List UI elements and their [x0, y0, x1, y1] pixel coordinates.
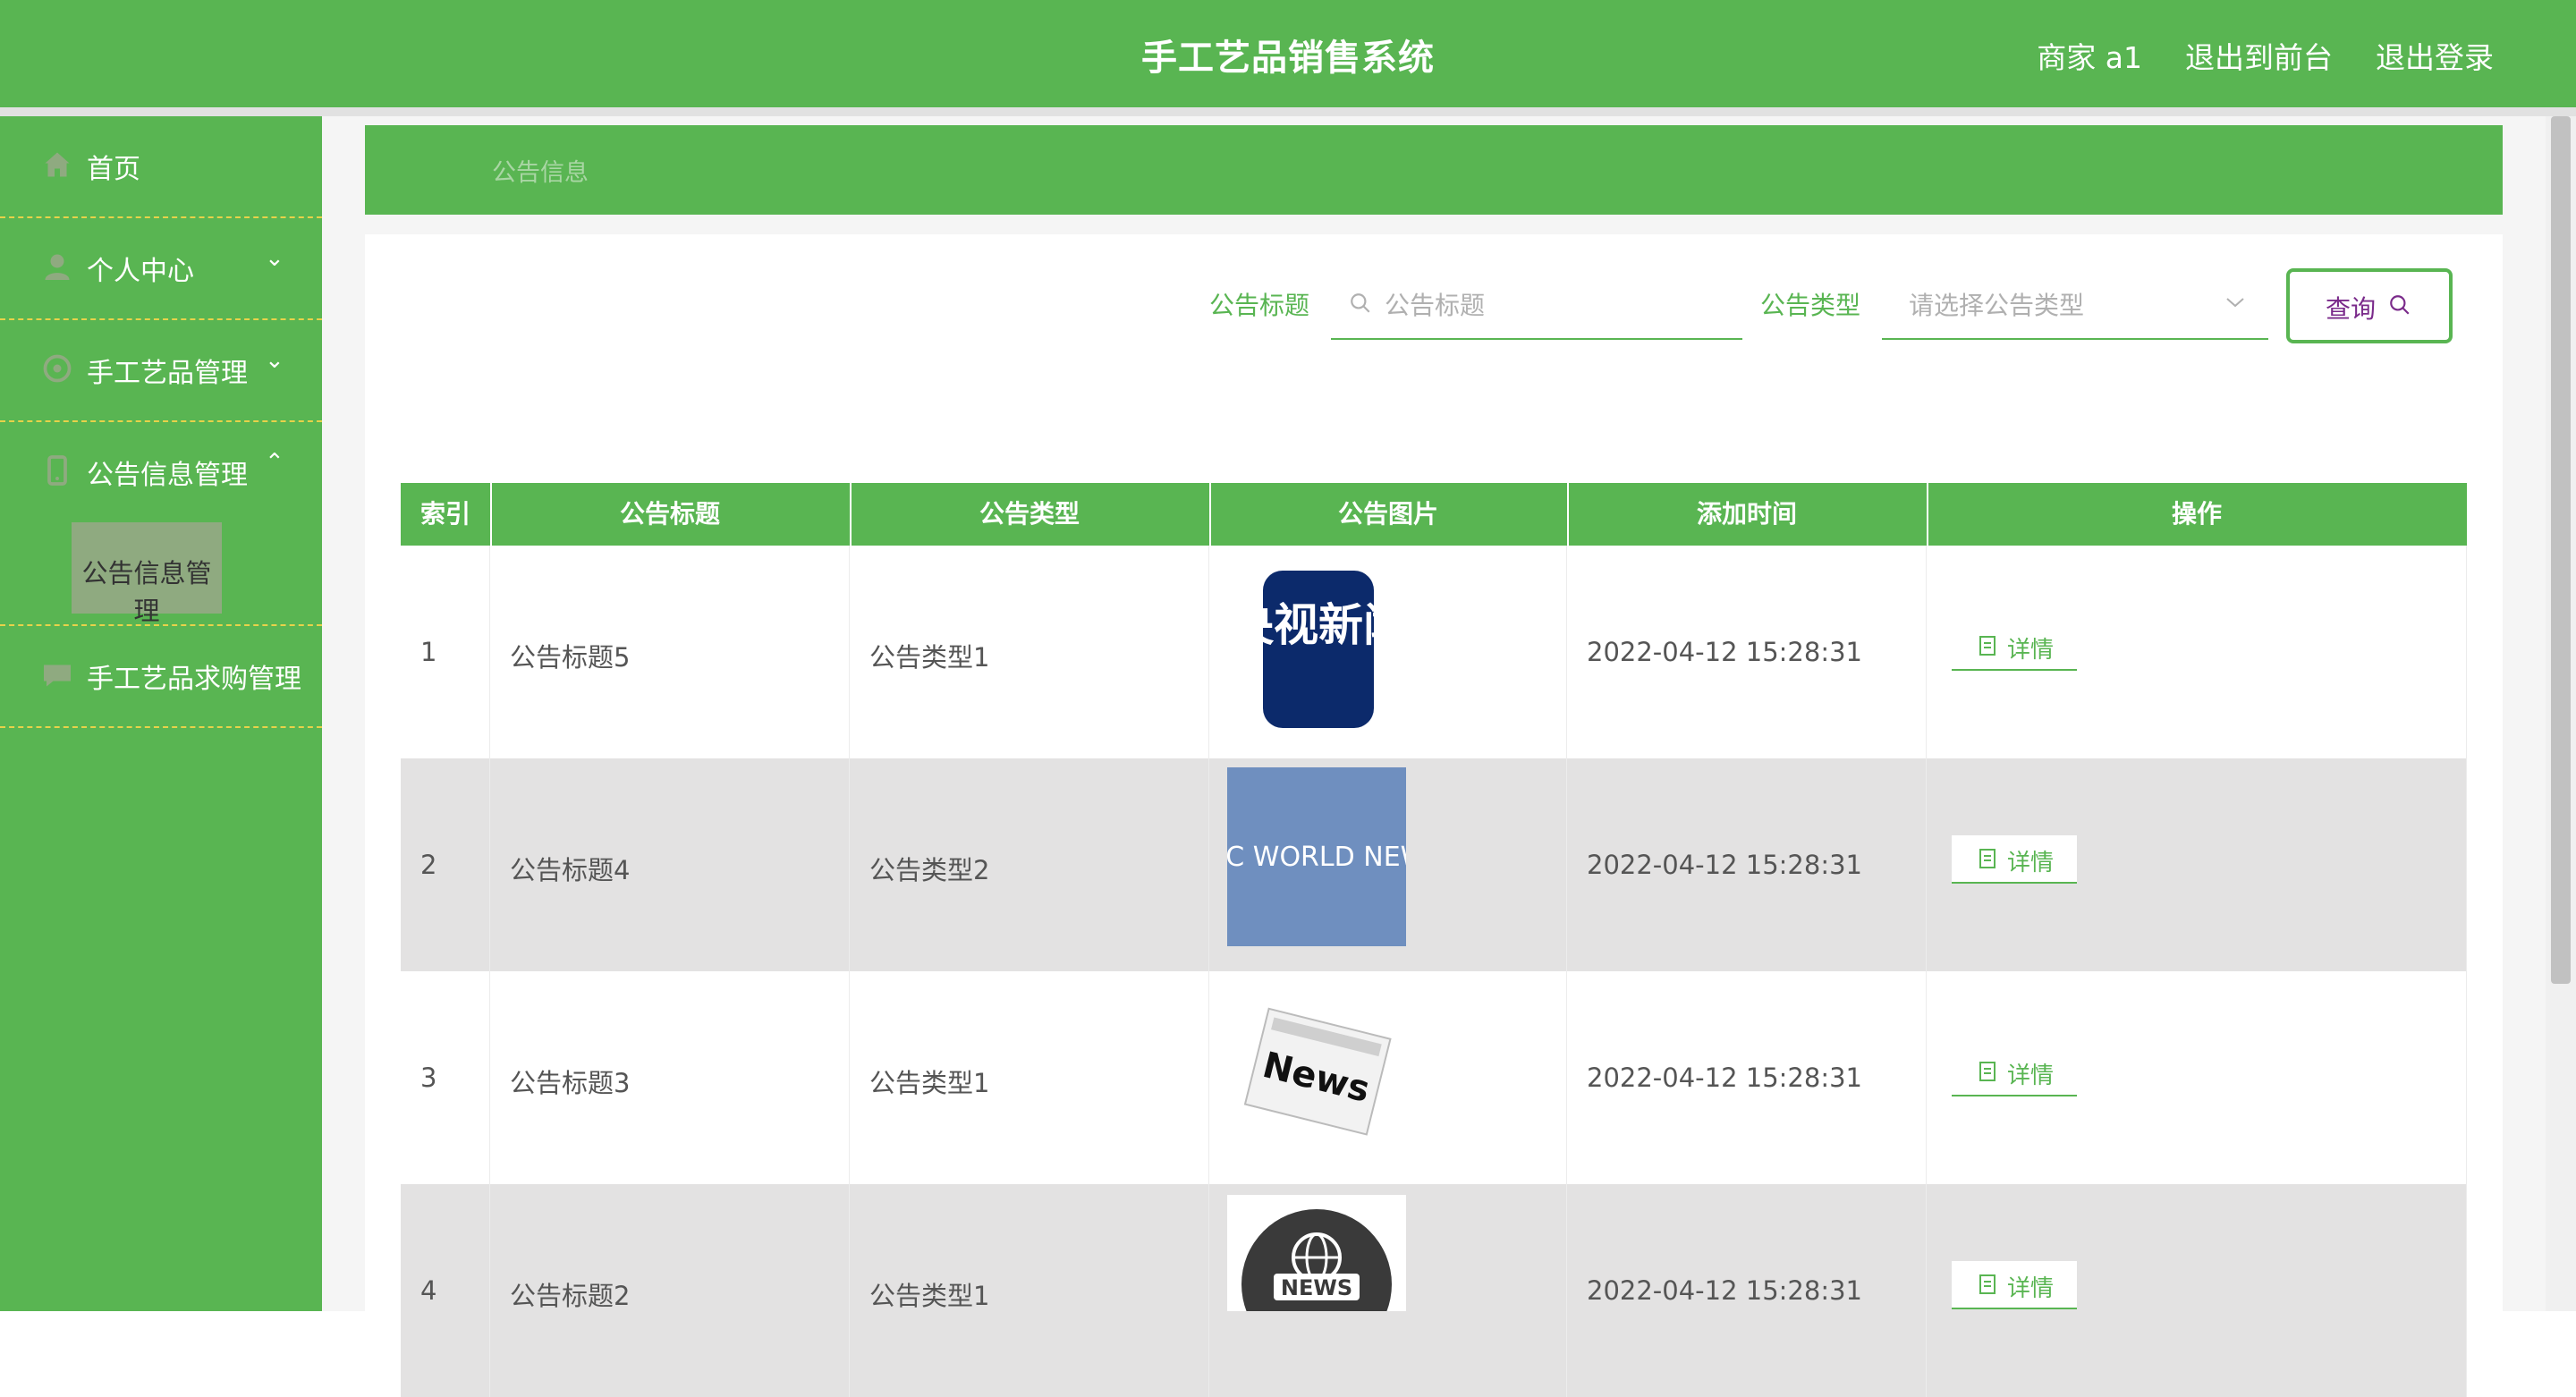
- detail-button[interactable]: 详情: [1952, 1048, 2077, 1096]
- chat-icon: [44, 665, 71, 687]
- header-divider: [0, 107, 2576, 116]
- sidebar-item-label: 手工艺品管理: [87, 358, 248, 389]
- sidebar-item-notice-management[interactable]: 公告信息管理 ⌃ 公告信息管理: [0, 422, 322, 626]
- table-row: 1 公告标题5 公告类型1 央视新闻 2022-04-12 15:28:31 详…: [401, 546, 2467, 758]
- detail-button-label: 详情: [2007, 637, 2055, 664]
- sidebar-item-label: 个人中心: [87, 256, 194, 287]
- user-icon: [45, 254, 70, 280]
- sidebar-item-home[interactable]: 首页: [0, 116, 322, 218]
- row-type: 公告类型1: [869, 642, 990, 673]
- newspaper-image: News: [1243, 1007, 1392, 1136]
- sidebar-item-label: 公告信息管理: [87, 460, 248, 491]
- search-type-label: 公告类型: [1760, 291, 1861, 320]
- chevron-down-icon: ⌄: [265, 245, 284, 272]
- row-title: 公告标题3: [510, 1068, 631, 1098]
- detail-button-label: 详情: [2007, 1275, 2055, 1302]
- bbc-logo-text: BBC WORLD NEWS: [1227, 842, 1406, 873]
- breadcrumb: 公告信息: [365, 125, 2503, 215]
- current-user-label[interactable]: 商家 a1: [2037, 34, 2142, 77]
- document-icon: [1979, 1062, 1996, 1081]
- document-icon: [1979, 849, 1996, 868]
- breadcrumb-label: 公告信息: [492, 159, 589, 187]
- col-header-image: 公告图片: [1209, 483, 1569, 546]
- row-type: 公告类型2: [869, 855, 990, 885]
- sidebar-item-craft-request-management[interactable]: 手工艺品求购管理: [0, 626, 322, 728]
- globe-logo-text: NEWS: [1281, 1275, 1352, 1300]
- sidebar-item-craft-management[interactable]: 手工艺品管理 ⌄: [0, 320, 322, 422]
- submenu-item-notice-management[interactable]: 公告信息管理: [72, 522, 222, 626]
- col-header-index: 索引: [401, 483, 492, 546]
- table-row: 3 公告标题3 公告类型1 News 2022-04-12 15:28:31 详…: [401, 971, 2467, 1184]
- detail-button[interactable]: 详情: [1952, 835, 2077, 884]
- sidebar-item-label: 首页: [87, 154, 140, 185]
- search-icon: [1351, 293, 1370, 313]
- exit-to-front-link[interactable]: 退出到前台: [2185, 34, 2333, 77]
- cctv-news-logo-image: 央视新闻: [1263, 571, 1374, 728]
- home-icon: [45, 152, 70, 177]
- col-header-title: 公告标题: [490, 483, 852, 546]
- document-icon: [1979, 1274, 1996, 1294]
- row-index: 3: [420, 1063, 437, 1093]
- cctv-logo-text: 央视新闻: [1263, 599, 1374, 651]
- search-title-placeholder: 公告标题: [1385, 291, 1486, 320]
- query-button-label: 查询: [2326, 294, 2377, 324]
- row-type: 公告类型1: [869, 1068, 990, 1098]
- sidebar-item-label: 手工艺品求购管理: [87, 664, 301, 695]
- search-icon: [2390, 295, 2410, 315]
- row-index: 2: [420, 850, 437, 880]
- news-globe-image: NEWS: [1227, 1195, 1406, 1311]
- table-row: 4 公告标题2 公告类型1 NEWS 2022-04-12 15:28:31 详…: [401, 1184, 2467, 1397]
- sidebar: 首页 个人中心 ⌄ 手工艺品管理 ⌄ 公告信息管理 ⌃ 公告信息管理 手工艺品求…: [0, 116, 322, 1311]
- logout-link[interactable]: 退出登录: [2376, 34, 2494, 77]
- sidebar-item-personal-center[interactable]: 个人中心 ⌄: [0, 218, 322, 320]
- phone-icon: [47, 455, 67, 486]
- chevron-down-icon: ⌄: [265, 347, 284, 374]
- row-index: 4: [420, 1275, 437, 1306]
- row-title: 公告标题4: [510, 855, 631, 885]
- row-type: 公告类型1: [869, 1281, 990, 1311]
- row-time: 2022-04-12 15:28:31: [1587, 850, 1862, 880]
- bbc-world-news-image: BBC WORLD NEWS: [1227, 767, 1406, 946]
- col-header-type: 公告类型: [850, 483, 1211, 546]
- table-header-row: 索引 公告标题 公告类型 公告图片 添加时间 操作: [401, 483, 2467, 546]
- notice-table: 索引 公告标题 公告类型 公告图片 添加时间 操作 1 公告标题5 公告类型1 …: [401, 483, 2467, 1397]
- detail-button[interactable]: 详情: [1952, 622, 2077, 671]
- notice-type-select[interactable]: 请选择公告类型: [1882, 272, 2268, 340]
- col-header-action: 操作: [2171, 499, 2222, 529]
- chevron-up-icon: ⌃: [265, 449, 284, 476]
- document-icon: [1979, 636, 1996, 656]
- header-actions: 商家 a1 退出到前台 退出登录: [2037, 34, 2494, 77]
- vertical-scrollbar[interactable]: [2546, 116, 2576, 1311]
- chevron-down-icon: [2226, 298, 2244, 308]
- row-title: 公告标题2: [510, 1281, 631, 1311]
- col-header-time: 添加时间: [1567, 483, 1928, 546]
- notice-type-placeholder: 请选择公告类型: [1909, 291, 2085, 320]
- row-time: 2022-04-12 15:28:31: [1587, 1063, 1862, 1093]
- query-button[interactable]: 查询: [2286, 268, 2453, 343]
- scrollbar-thumb[interactable]: [2551, 116, 2571, 984]
- craft-icon: [43, 354, 72, 383]
- row-time: 2022-04-12 15:28:31: [1587, 1275, 1862, 1306]
- submenu-item-label: 公告信息管理: [81, 558, 212, 626]
- detail-button-label: 详情: [2007, 1063, 2055, 1089]
- detail-button[interactable]: 详情: [1952, 1261, 2077, 1309]
- search-title-input[interactable]: 公告标题: [1331, 272, 1742, 340]
- row-index: 1: [420, 637, 437, 667]
- detail-button-label: 详情: [2007, 850, 2055, 876]
- table-row: 2 公告标题4 公告类型2 BBC WORLD NEWS 2022-04-12 …: [401, 758, 2467, 971]
- row-time: 2022-04-12 15:28:31: [1587, 637, 1862, 667]
- search-title-label: 公告标题: [1209, 291, 1310, 320]
- top-header: 手工艺品销售系统 商家 a1 退出到前台 退出登录: [0, 0, 2576, 107]
- row-title: 公告标题5: [510, 642, 631, 673]
